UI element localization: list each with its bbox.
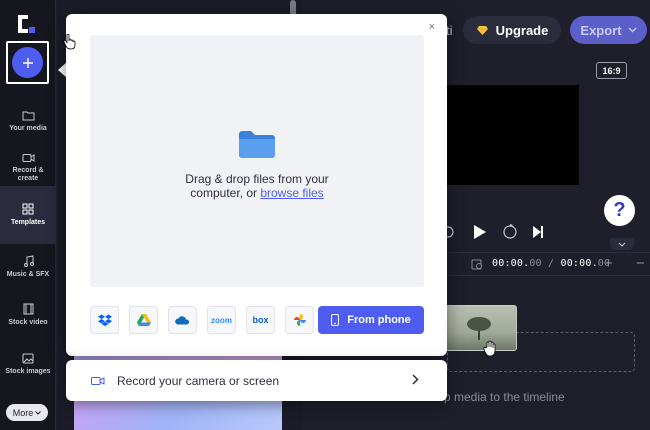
pointer-hand-cursor-icon xyxy=(63,34,76,50)
clipchamp-logo-icon[interactable] xyxy=(14,12,38,36)
chevron-down-icon xyxy=(35,410,42,415)
sidebar-item-templates[interactable]: Templates xyxy=(0,186,56,244)
tree-icon xyxy=(467,317,491,340)
music-note-icon xyxy=(23,255,34,267)
drop-text-line-2: computer, or xyxy=(190,186,261,200)
sidebar-item-label: Stock images xyxy=(5,367,51,375)
playback-controls xyxy=(442,224,543,239)
grab-cursor-icon xyxy=(483,340,496,357)
google-photos-icon xyxy=(293,314,306,326)
sidebar-item-stock-images[interactable]: Stock images xyxy=(0,335,56,393)
upload-dialog: × Drag & drop files from your computer, … xyxy=(66,14,447,356)
camera-icon xyxy=(22,154,34,162)
drop-instructions: Drag & drop files from your computer, or… xyxy=(90,172,424,200)
phone-icon xyxy=(331,314,340,326)
current-time: 00:00. xyxy=(492,258,530,269)
dragged-clip-thumbnail[interactable] xyxy=(440,305,517,351)
export-button[interactable]: Export xyxy=(570,16,647,44)
timeline-drop-hint: p media to the timeline xyxy=(444,390,565,404)
file-drop-area[interactable]: Drag & drop files from your computer, or… xyxy=(90,35,424,287)
image-icon xyxy=(22,353,34,363)
from-phone-button[interactable]: From phone xyxy=(318,306,424,334)
box-icon: box xyxy=(252,315,269,325)
split-icon[interactable] xyxy=(470,257,484,271)
aspect-ratio-button[interactable]: 16:9 xyxy=(596,62,627,79)
forward-5-icon[interactable] xyxy=(503,224,517,239)
template-thumbnail[interactable] xyxy=(74,397,282,430)
chevron-down-icon xyxy=(618,242,626,247)
diamond-icon xyxy=(476,25,488,35)
sidebar: Your media Record & create Templates Mus… xyxy=(0,0,56,430)
templates-icon xyxy=(22,203,34,215)
record-camera-screen-button[interactable]: Record your camera or screen xyxy=(66,360,447,401)
folder-icon xyxy=(239,131,275,158)
film-icon xyxy=(23,303,33,315)
zoom-out-button[interactable]: − xyxy=(636,255,645,272)
sidebar-item-label: Record & create xyxy=(12,167,44,182)
from-phone-label: From phone xyxy=(347,314,411,326)
sidebar-item-label: Music & SFX xyxy=(6,271,50,278)
total-time: 00:00. xyxy=(560,258,598,269)
timecode: 00:00.00 / 00:00.00 xyxy=(492,258,611,269)
zoom-in-button[interactable]: + xyxy=(604,255,613,272)
sidebar-item-label: Stock video xyxy=(8,319,48,326)
provider-buttons: zoom box xyxy=(90,306,314,334)
close-dialog-button[interactable]: × xyxy=(427,22,437,33)
current-time-fraction: 00 xyxy=(529,258,542,269)
browse-files-link[interactable]: browse files xyxy=(260,186,323,200)
skip-next-icon[interactable] xyxy=(533,226,543,238)
upgrade-button[interactable]: Upgrade xyxy=(463,16,561,44)
dropbox-icon xyxy=(97,314,112,326)
export-label: Export xyxy=(580,22,622,38)
video-preview xyxy=(447,85,579,185)
zoom-icon: zoom xyxy=(211,315,232,325)
more-label: More xyxy=(12,407,34,418)
upgrade-label: Upgrade xyxy=(495,22,549,38)
record-label: Record your camera or screen xyxy=(117,373,280,388)
google-drive-icon xyxy=(136,314,151,326)
box-button[interactable]: box xyxy=(246,306,275,334)
drop-text-line-1: Drag & drop files from your xyxy=(185,172,329,186)
video-camera-icon xyxy=(91,376,105,385)
zoom-button[interactable]: zoom xyxy=(207,306,236,334)
onedrive-button[interactable] xyxy=(168,306,197,334)
chevron-right-icon xyxy=(412,374,419,388)
sidebar-item-label: Templates xyxy=(10,219,46,226)
add-media-focus-ring xyxy=(6,41,49,84)
play-icon[interactable] xyxy=(474,225,486,239)
sidebar-item-label: Your media xyxy=(9,124,47,132)
onedrive-icon xyxy=(175,315,190,324)
chevron-down-icon xyxy=(628,27,637,33)
help-button[interactable]: ? xyxy=(604,195,635,226)
google-drive-button[interactable] xyxy=(129,306,158,334)
add-media-button[interactable] xyxy=(12,47,43,78)
google-photos-button[interactable] xyxy=(285,306,314,334)
dropbox-button[interactable] xyxy=(90,306,119,334)
folder-icon xyxy=(22,111,34,120)
more-button[interactable]: More xyxy=(6,404,48,421)
plus-icon xyxy=(22,57,33,68)
collapse-preview-button[interactable] xyxy=(610,238,634,250)
